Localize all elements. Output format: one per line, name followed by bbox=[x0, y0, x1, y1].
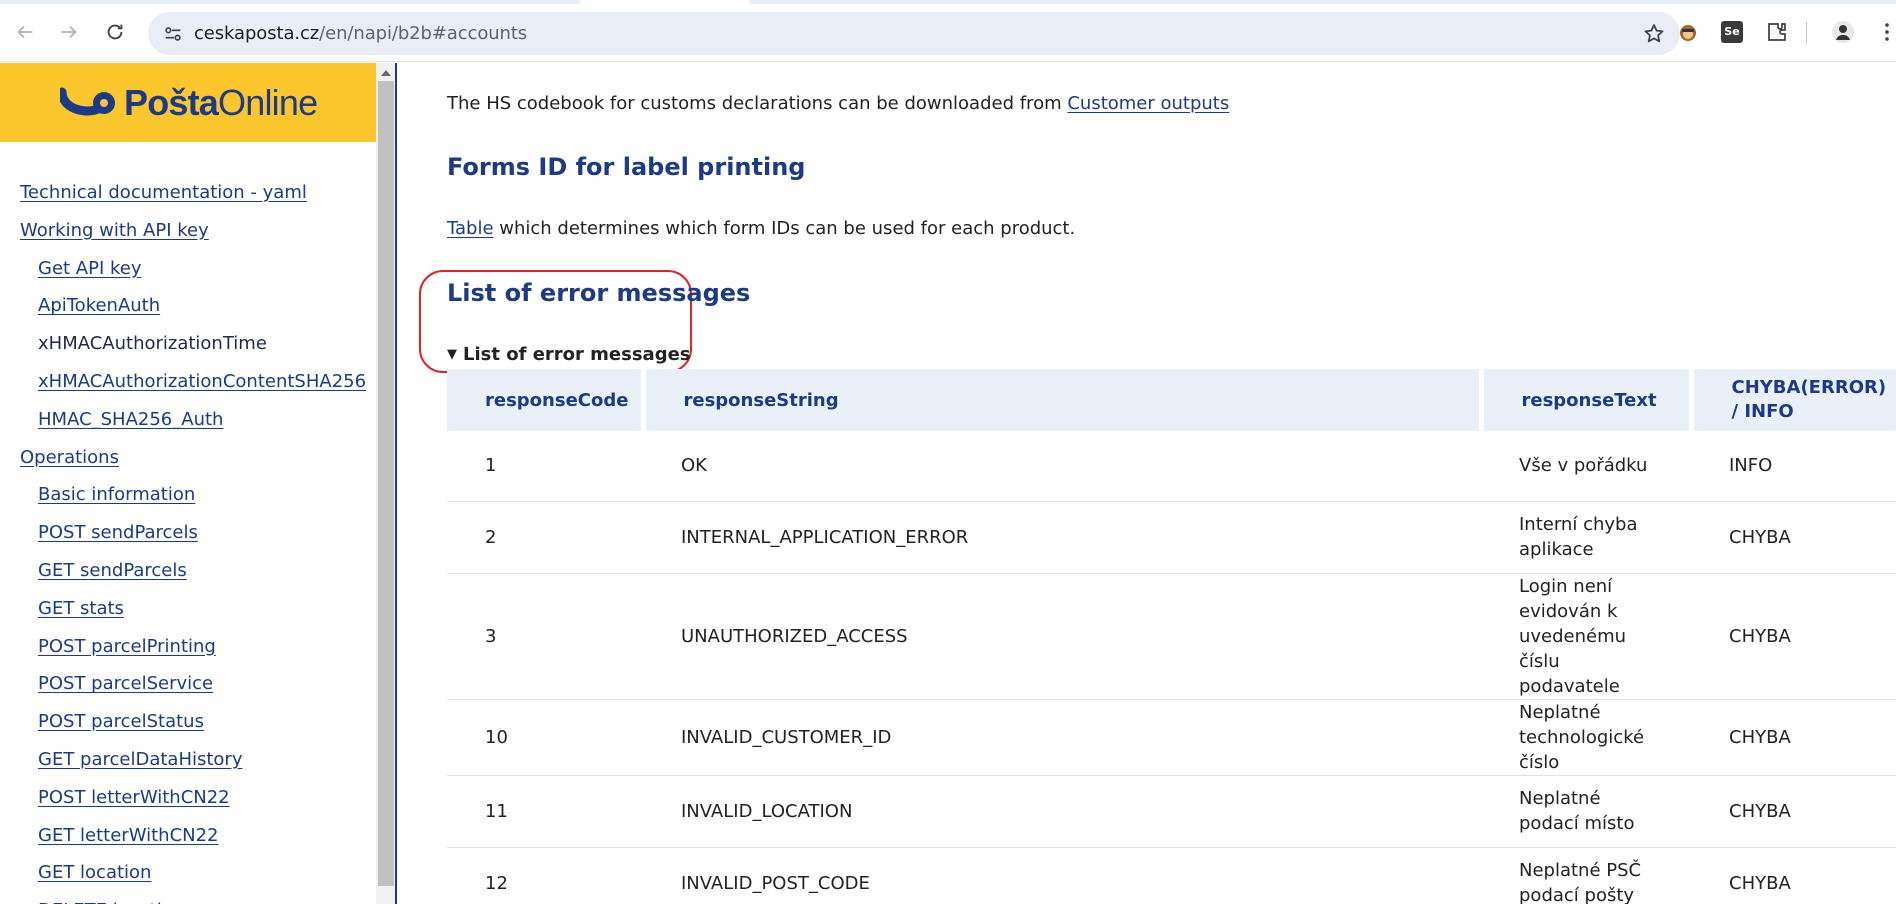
sidebar-item-delete-location[interactable]: DELETE location bbox=[0, 898, 376, 904]
column-header-response-string: responseString bbox=[643, 369, 1484, 431]
error-messages-toggle[interactable]: ▼ List of error messages bbox=[447, 344, 691, 365]
cell-response-text: Neplatné technologické číslo bbox=[1481, 699, 1691, 776]
sidebar-item-get-stats[interactable]: GET stats bbox=[0, 596, 376, 634]
cell-response-code: 12 bbox=[447, 847, 643, 904]
table-row: 11 INVALID_LOCATION Neplatné podací místo C… bbox=[447, 775, 1896, 848]
logo-text: PoštaOnline bbox=[124, 82, 318, 123]
cell-error-type: CHYBA bbox=[1691, 501, 1896, 574]
cell-error-type: CHYBA bbox=[1691, 775, 1896, 848]
sidebar-item-basic-information[interactable]: Basic information bbox=[0, 482, 376, 520]
cell-error-type: CHYBA bbox=[1691, 699, 1896, 776]
sidebar-item-technical-documentation-yaml[interactable]: Technical documentation - yaml bbox=[0, 180, 376, 218]
arrow-right-icon bbox=[61, 25, 77, 39]
scrollbar-thumb[interactable] bbox=[378, 81, 394, 886]
cell-response-code: 2 bbox=[447, 501, 643, 574]
sidebar-item-post-letterwithcn22[interactable]: POST letterWithCN22 bbox=[0, 785, 376, 823]
forms-table-link[interactable]: Table bbox=[447, 218, 494, 239]
tab-strip bbox=[0, 0, 1896, 4]
sidebar: PoštaOnline Technical documentation - ya… bbox=[0, 63, 376, 904]
arrow-left-icon bbox=[17, 25, 33, 39]
cell-response-text: Vše v pořádku bbox=[1481, 431, 1691, 502]
bookmark-star-icon[interactable] bbox=[1642, 22, 1666, 46]
extension-monkey-icon[interactable] bbox=[1675, 19, 1701, 45]
table-row: 3 UNAUTHORIZED_ACCESS Login není evidován … bbox=[447, 573, 1896, 700]
cell-response-string: INVALID_LOCATION bbox=[643, 775, 1481, 848]
customer-outputs-link[interactable]: Customer outputs bbox=[1067, 93, 1229, 114]
sidebar-nav: Technical documentation - yaml Working wi… bbox=[0, 180, 376, 904]
cell-response-string: INVALID_CUSTOMER_ID bbox=[643, 699, 1481, 776]
forms-table-paragraph: Table which determines which form IDs ca… bbox=[447, 218, 1075, 239]
cell-error-type: CHYBA bbox=[1691, 847, 1896, 904]
sidebar-item-post-parcelservice[interactable]: POST parcelService bbox=[0, 671, 376, 709]
forms-id-heading: Forms ID for label printing bbox=[447, 153, 806, 181]
sidebar-item-get-api-key[interactable]: Get API key bbox=[0, 256, 376, 294]
sidebar-scrollbar[interactable] bbox=[376, 63, 396, 904]
extension-selenium-icon[interactable]: Se bbox=[1719, 19, 1745, 45]
cell-response-text: Neplatné PSČ podací pošty bbox=[1481, 847, 1691, 904]
sidebar-item-post-sendparcels[interactable]: POST sendParcels bbox=[0, 520, 376, 558]
forms-table-text: which determines which form IDs can be u… bbox=[493, 218, 1076, 239]
cell-response-string: OK bbox=[643, 431, 1481, 502]
cell-response-text: Neplatné podací místo bbox=[1481, 775, 1691, 848]
cell-response-string: INTERNAL_APPLICATION_ERROR bbox=[643, 501, 1481, 574]
logo-band: PoštaOnline bbox=[0, 63, 376, 142]
cell-response-code: 1 bbox=[447, 431, 643, 502]
table-row: 2 INTERNAL_APPLICATION_ERROR Interní chyba… bbox=[447, 501, 1896, 574]
table-header-row: responseCode responseString responseText… bbox=[447, 369, 1896, 431]
sidebar-item-xhmacauthorizationtime[interactable]: xHMACAuthorizationTime bbox=[0, 331, 376, 369]
hs-codebook-paragraph: The HS codebook for customs declarations… bbox=[447, 93, 1229, 114]
sidebar-item-get-location[interactable]: GET location bbox=[0, 860, 376, 898]
posthorn-logo-icon bbox=[60, 87, 115, 116]
sidebar-item-post-parcelstatus[interactable]: POST parcelStatus bbox=[0, 709, 376, 747]
cell-response-string: UNAUTHORIZED_ACCESS bbox=[643, 573, 1481, 700]
cell-response-code: 11 bbox=[447, 775, 643, 848]
main-content: The HS codebook for customs declarations… bbox=[397, 63, 1896, 904]
scroll-up-arrow-icon[interactable] bbox=[381, 70, 391, 76]
cell-error-type: INFO bbox=[1691, 431, 1896, 502]
cell-response-text: Interní chyba aplikace bbox=[1481, 501, 1691, 574]
sidebar-item-get-parceldatahistory[interactable]: GET parcelDataHistory bbox=[0, 747, 376, 785]
browser-toolbar: ceskaposta.cz/en/napi/b2b#accounts Se bbox=[0, 0, 1896, 62]
sidebar-item-get-letterwithcn22[interactable]: GET letterWithCN22 bbox=[0, 823, 376, 861]
table-row: 1 OK Vše v pořádku INFO bbox=[447, 431, 1896, 502]
sidebar-item-working-with-api-key[interactable]: Working with API key bbox=[0, 218, 376, 256]
toolbar-separator bbox=[1806, 22, 1807, 44]
error-messages-summary-label: List of error messages bbox=[463, 344, 691, 365]
site-info-icon[interactable] bbox=[162, 23, 184, 45]
error-messages-table: responseCode responseString responseText… bbox=[447, 369, 1896, 904]
cell-response-code: 10 bbox=[447, 699, 643, 776]
profile-avatar-icon[interactable] bbox=[1830, 19, 1856, 45]
cell-response-text: Login není evidován k uvedenému číslu po… bbox=[1481, 573, 1691, 700]
address-bar[interactable]: ceskaposta.cz/en/napi/b2b#accounts bbox=[148, 12, 1680, 55]
cell-error-type: CHYBA bbox=[1691, 573, 1896, 700]
sidebar-item-hmac-sha256-auth[interactable]: HMAC_SHA256_Auth bbox=[0, 407, 376, 445]
url-text: ceskaposta.cz/en/napi/b2b#accounts bbox=[194, 23, 528, 44]
back-button[interactable] bbox=[10, 17, 40, 47]
sidebar-item-get-sendparcels[interactable]: GET sendParcels bbox=[0, 558, 376, 596]
posta-online-logo[interactable]: PoštaOnline bbox=[60, 82, 318, 123]
sidebar-item-apitokenauth[interactable]: ApiTokenAuth bbox=[0, 293, 376, 331]
forward-button[interactable] bbox=[54, 17, 84, 47]
triangle-down-icon: ▼ bbox=[447, 347, 457, 362]
column-header-response-text: responseText bbox=[1481, 369, 1694, 431]
column-header-response-code: responseCode bbox=[447, 369, 646, 431]
sidebar-item-post-parcelprinting[interactable]: POST parcelPrinting bbox=[0, 634, 376, 672]
column-header-error-info: CHYBA(ERROR) / INFO bbox=[1691, 369, 1896, 431]
extensions-puzzle-icon[interactable] bbox=[1764, 19, 1790, 45]
error-messages-heading: List of error messages bbox=[447, 279, 751, 307]
table-row: 10 INVALID_CUSTOMER_ID Neplatné technologi… bbox=[447, 699, 1896, 776]
table-row: 12 INVALID_POST_CODE Neplatné PSČ podací p… bbox=[447, 847, 1896, 904]
sidebar-item-xhmacauthorizationcontentsha256[interactable]: xHMACAuthorizationContentSHA256 bbox=[0, 369, 376, 407]
sidebar-item-operations[interactable]: Operations bbox=[0, 445, 376, 483]
cell-response-string: INVALID_POST_CODE bbox=[643, 847, 1481, 904]
reload-icon bbox=[107, 24, 123, 40]
browser-menu-icon[interactable] bbox=[1874, 19, 1896, 45]
reload-button[interactable] bbox=[100, 17, 130, 47]
cell-response-code: 3 bbox=[447, 573, 643, 700]
hs-codebook-text: The HS codebook for customs declarations… bbox=[447, 93, 1068, 114]
